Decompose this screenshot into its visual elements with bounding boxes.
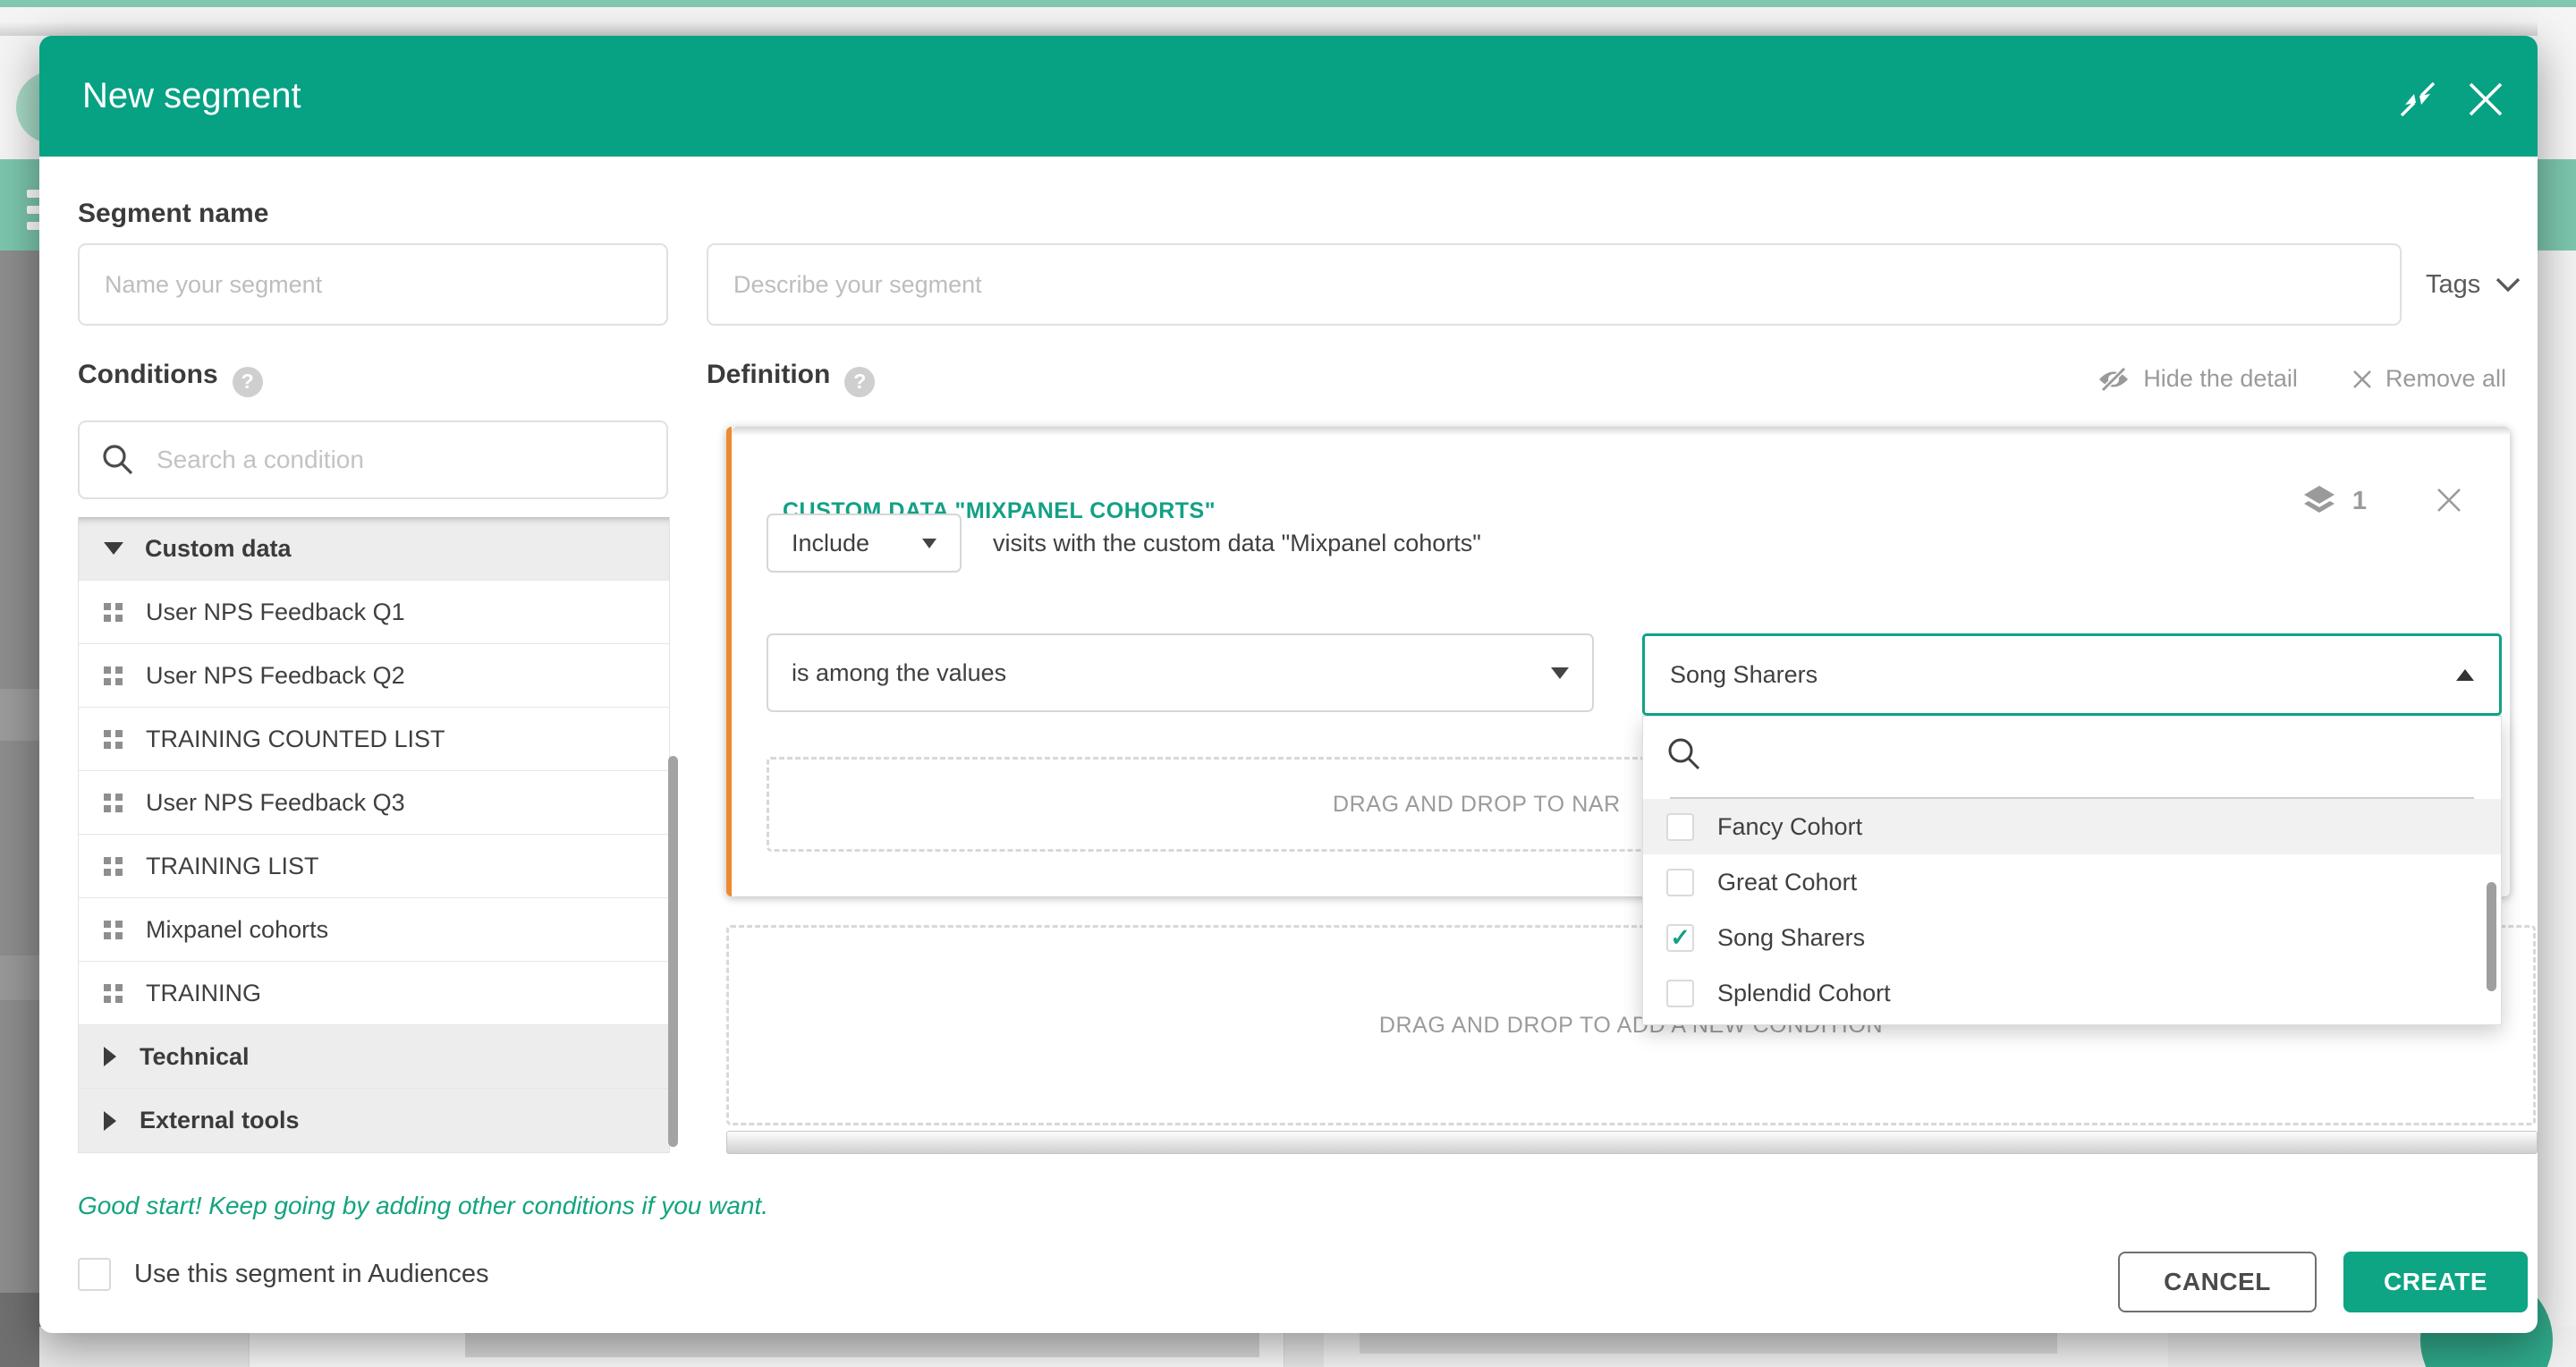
conditions-title: Conditions? [78,360,263,397]
segment-name-input[interactable] [78,243,668,326]
checkbox-checked[interactable]: ✓ [1666,924,1694,952]
background-top-shadow [0,21,2576,36]
search-icon [101,443,135,477]
drag-handle-icon[interactable] [104,794,123,812]
condition-item[interactable]: TRAINING LIST [79,835,669,898]
triangle-right-icon [104,1111,116,1131]
background-top-strip [0,0,2576,7]
audiences-checkbox-row[interactable]: Use this segment in Audiences [78,1258,489,1291]
background-card-bar [465,1330,1259,1357]
group-external-tools[interactable]: External tools [79,1089,669,1152]
hint-text: Good start! Keep going by adding other c… [78,1192,768,1220]
drag-handle-icon[interactable] [104,921,123,939]
close-icon [2351,369,2373,390]
condition-search-input[interactable] [155,445,645,475]
caret-down-icon [1551,667,1569,679]
option-great-cohort[interactable]: Great Cohort [1643,854,2501,910]
option-song-sharers[interactable]: ✓ Song Sharers [1643,910,2501,965]
dropdown-scrollbar[interactable] [2487,882,2496,991]
narrow-dropzone-text: DRAG AND DROP TO NAR [1333,760,1621,849]
conditions-scrollbar[interactable] [668,756,678,1147]
condition-item[interactable]: User NPS Feedback Q2 [79,644,669,708]
tags-dropdown[interactable]: Tags [2426,261,2521,308]
drag-handle-icon[interactable] [104,667,123,685]
remove-all-button[interactable]: Remove all [2351,365,2506,393]
create-button[interactable]: CREATE [2343,1252,2528,1312]
background-card-bar [1360,1330,2057,1354]
value-combobox-value: Song Sharers [1670,661,1818,689]
checkbox-unchecked[interactable] [1666,980,1694,1007]
drag-handle-icon[interactable] [104,603,123,622]
include-select[interactable]: Include [767,514,962,573]
triangle-right-icon [104,1047,116,1066]
conditions-list: Custom data User NPS Feedback Q1 User NP… [78,517,670,1153]
segment-description-input[interactable] [707,243,2402,326]
condition-search[interactable] [78,420,668,499]
option-fancy-cohort[interactable]: Fancy Cohort [1643,799,2501,854]
group-custom-data[interactable]: Custom data [79,517,669,581]
drag-handle-icon[interactable] [104,857,123,876]
cancel-button[interactable]: CANCEL [2118,1252,2317,1312]
card-top-shadow [732,427,2510,436]
screen: New segment Segment name Tags [0,0,2576,1367]
triangle-down-icon [104,542,123,555]
new-segment-modal: New segment Segment name Tags [39,36,2538,1333]
help-icon[interactable]: ? [233,367,263,397]
condition-item[interactable]: User NPS Feedback Q3 [79,771,669,835]
condition-close-icon[interactable] [2431,482,2467,518]
value-combobox[interactable]: Song Sharers [1642,633,2502,716]
condition-item[interactable]: TRAINING COUNTED LIST [79,708,669,771]
condition-item[interactable]: User NPS Feedback Q1 [79,581,669,644]
horizontal-scrollbar[interactable] [726,1131,2538,1154]
collapse-icon[interactable] [2392,73,2444,125]
close-icon[interactable] [2460,73,2512,125]
caret-down-icon [922,539,936,548]
chevron-down-icon [2495,276,2521,293]
value-dropdown-panel: Fancy Cohort Great Cohort ✓ Song Sharers… [1642,716,2502,1025]
layers-count: 1 [2352,487,2367,516]
checkbox-unchecked[interactable] [1666,869,1694,896]
tags-label: Tags [2426,270,2480,300]
backdrop-left [0,250,39,1367]
condition-sentence: visits with the custom data "Mixpanel co… [993,514,1481,573]
hide-detail-button[interactable]: Hide the detail [2097,365,2298,393]
condition-item[interactable]: Mixpanel cohorts [79,898,669,962]
segment-name-label: Segment name [78,199,268,229]
audiences-checkbox-label: Use this segment in Audiences [134,1260,489,1289]
definition-title: Definition? [707,360,875,397]
eye-slash-icon [2097,366,2131,393]
help-icon[interactable]: ? [844,367,875,397]
group-technical[interactable]: Technical [79,1025,669,1089]
drag-handle-icon[interactable] [104,984,123,1003]
search-icon[interactable] [1666,736,1702,772]
drag-handle-icon[interactable] [104,730,123,749]
backdrop-row [0,689,39,741]
modal-header [39,36,2538,157]
backdrop-row [0,955,39,1000]
backdrop-right [2538,250,2576,1367]
backdrop-right-top [2538,7,2576,159]
layers-icon [2301,482,2338,520]
caret-up-icon [2456,669,2474,681]
condition-item[interactable]: TRAINING [79,962,669,1025]
checkbox-unchecked[interactable] [78,1258,111,1291]
checkbox-unchecked[interactable] [1666,813,1694,841]
layers-indicator: 1 [2301,482,2367,520]
option-splendid-cohort[interactable]: Splendid Cohort [1643,965,2501,1021]
operator-select[interactable]: is among the values [767,633,1594,712]
definition-toolbar: Hide the detail Remove all [2097,365,2506,393]
modal-title: New segment [82,36,301,157]
